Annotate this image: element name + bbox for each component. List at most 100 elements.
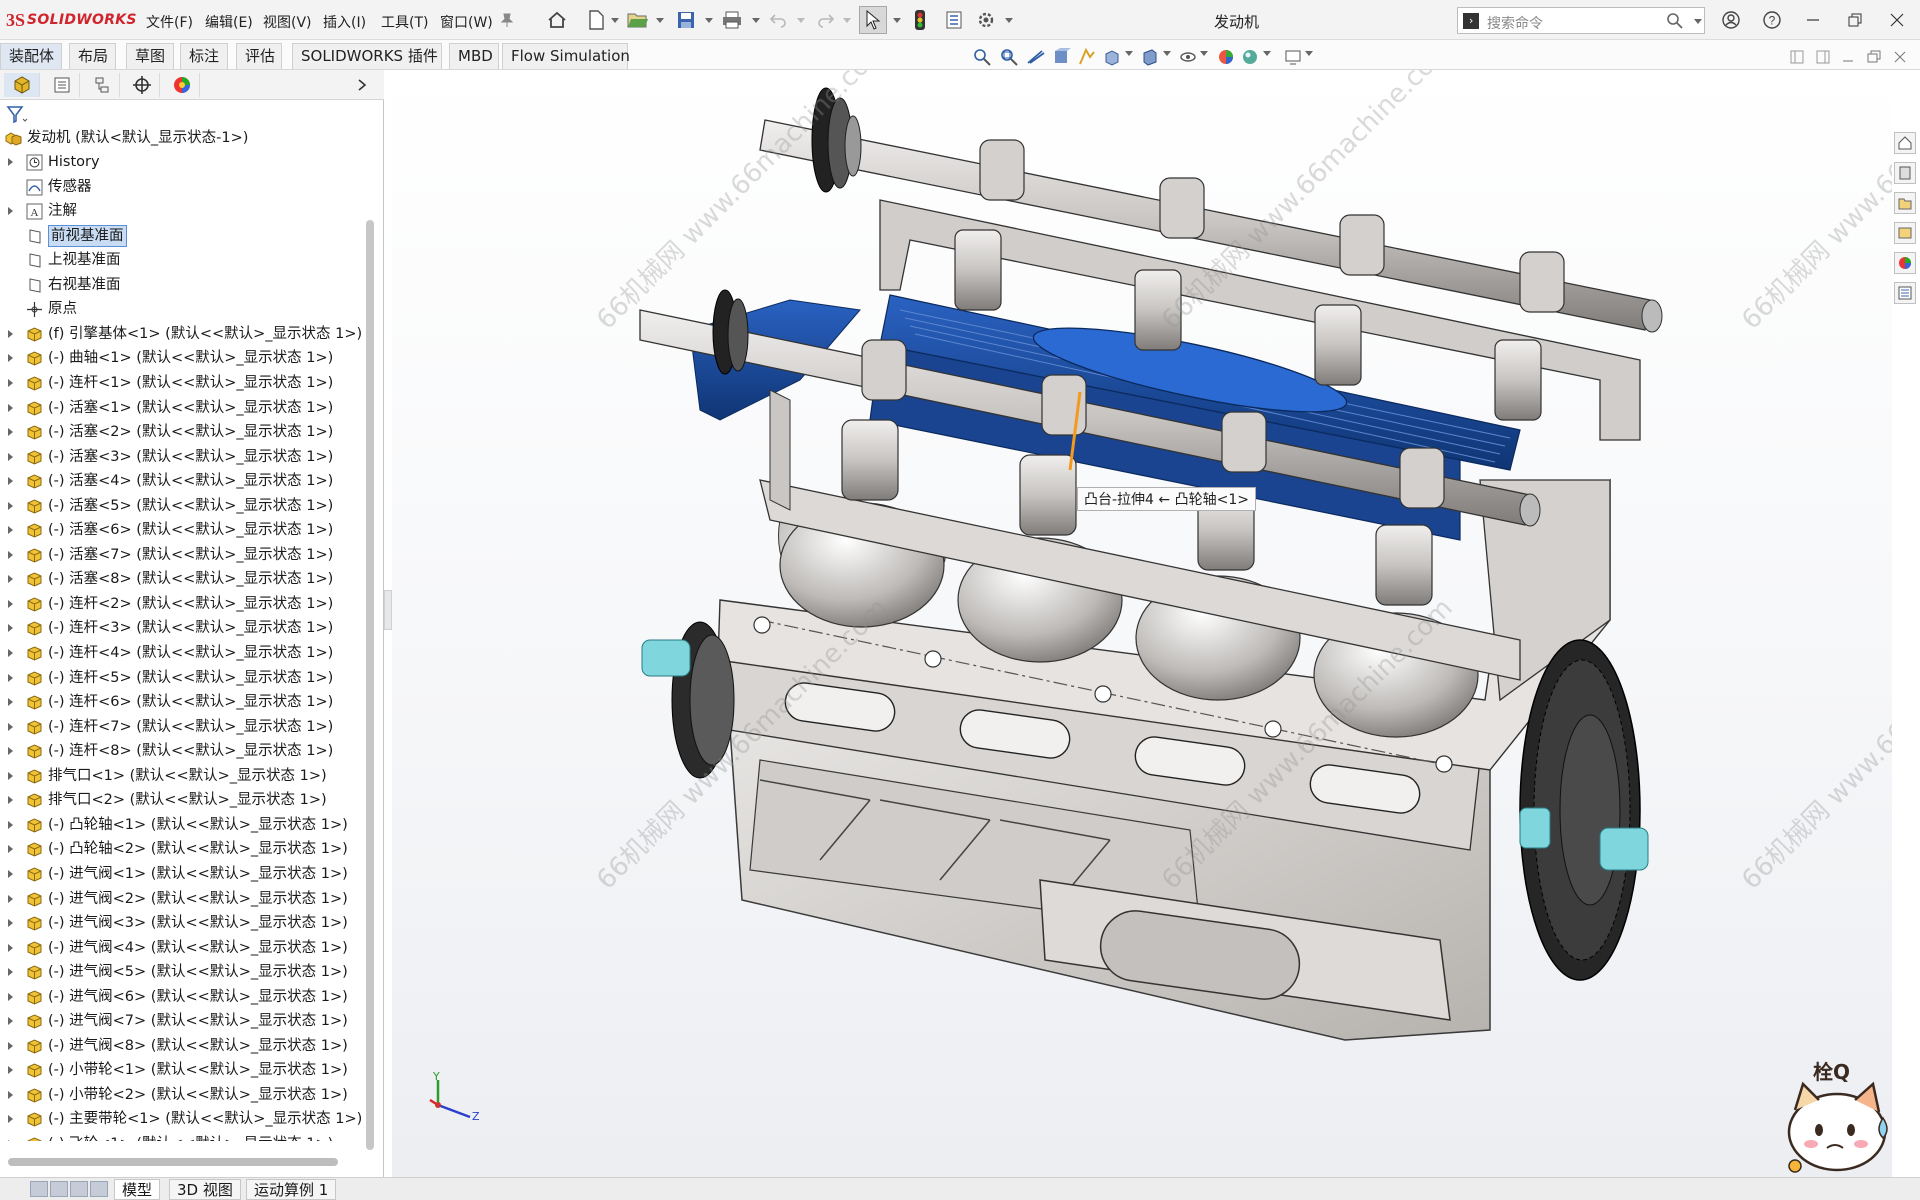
expand-arrow-icon[interactable] [8, 1090, 13, 1099]
expand-arrow-icon[interactable] [8, 722, 13, 731]
close-window-icon[interactable] [1884, 8, 1910, 32]
display-manager-tab-icon[interactable] [164, 73, 200, 97]
tree-item-17[interactable]: (-) 活塞<7> (默认<<默认>_显示状态 1>) [0, 543, 368, 567]
tree-item-3[interactable]: A 注解 [0, 199, 368, 223]
custom-properties-icon[interactable] [1894, 282, 1916, 304]
open-dropdown-caret[interactable] [656, 18, 664, 23]
expand-arrow-icon[interactable] [8, 771, 13, 780]
tab-scroll-next-icon[interactable] [70, 1181, 88, 1197]
expand-arrow-icon[interactable] [8, 526, 13, 535]
expand-arrow-icon[interactable] [8, 428, 13, 437]
tree-item-15[interactable]: (-) 活塞<5> (默认<<默认>_显示状态 1>) [0, 494, 368, 518]
menu-view[interactable]: 视图(V) [263, 12, 312, 32]
tree-item-24[interactable]: (-) 连杆<7> (默认<<默认>_显示状态 1>) [0, 715, 368, 739]
tree-item-4[interactable]: 前视基准面 [0, 224, 368, 248]
dynamic-annotation-icon[interactable] [1077, 47, 1097, 67]
tree-item-11[interactable]: (-) 活塞<1> (默认<<默认>_显示状态 1>) [0, 396, 368, 420]
display-style-icon[interactable] [1140, 47, 1160, 67]
feature-tree-horizontal-scrollbar[interactable] [8, 1158, 338, 1166]
options-dropdown-caret[interactable] [1005, 18, 1013, 23]
file-properties-icon[interactable] [942, 8, 966, 32]
tree-item-26[interactable]: 排气口<1> (默认<<默认>_显示状态 1>) [0, 764, 368, 788]
tab-scroll-prev-icon[interactable] [50, 1181, 68, 1197]
tree-item-19[interactable]: (-) 连杆<2> (默认<<默认>_显示状态 1>) [0, 592, 368, 616]
section-view-icon[interactable] [1052, 47, 1072, 67]
small-pulley-left[interactable] [641, 621, 735, 779]
tree-item-32[interactable]: (-) 进气阀<3> (默认<<默认>_显示状态 1>) [0, 911, 368, 935]
select-dropdown-caret[interactable] [893, 18, 901, 23]
menu-insert[interactable]: 插入(I) [323, 12, 366, 32]
tree-item-31[interactable]: (-) 进气阀<2> (默认<<默认>_显示状态 1>) [0, 887, 368, 911]
new-dropdown-caret[interactable] [611, 18, 619, 23]
select-pointer-icon[interactable] [859, 6, 887, 34]
tree-item-16[interactable]: (-) 活塞<6> (默认<<默认>_显示状态 1>) [0, 518, 368, 542]
search-icon[interactable] [1666, 12, 1684, 34]
doc-minimize-icon[interactable] [1838, 47, 1858, 67]
tree-item-1[interactable]: History [0, 150, 368, 174]
scene-caret[interactable] [1263, 51, 1271, 56]
doc-restore-icon[interactable] [1864, 47, 1884, 67]
view-settings-icon[interactable] [1283, 47, 1303, 67]
expand-arrow-icon[interactable] [8, 624, 13, 633]
tab-layout[interactable]: 布局 [69, 43, 116, 69]
restore-window-icon[interactable] [1842, 8, 1868, 32]
zoom-to-fit-icon[interactable] [972, 47, 992, 67]
tree-item-34[interactable]: (-) 进气阀<5> (默认<<默认>_显示状态 1>) [0, 960, 368, 984]
redo-dropdown-caret[interactable] [843, 18, 851, 23]
tree-item-28[interactable]: (-) 凸轮轴<1> (默认<<默认>_显示状态 1>) [0, 813, 368, 837]
tree-item-35[interactable]: (-) 进气阀<6> (默认<<默认>_显示状态 1>) [0, 985, 368, 1009]
tree-item-2[interactable]: 传感器 [0, 175, 368, 199]
expand-arrow-icon[interactable] [8, 845, 13, 854]
flywheel[interactable] [1519, 639, 1649, 981]
tree-item-6[interactable]: 右视基准面 [0, 273, 368, 297]
tab-motion-study-1[interactable]: 运动算例 1 [246, 1179, 337, 1200]
previous-view-icon[interactable] [1026, 47, 1046, 67]
property-manager-tab-icon[interactable] [44, 73, 80, 97]
expand-arrow-icon[interactable] [8, 820, 13, 829]
tree-item-40[interactable]: (-) 主要带轮<1> (默认<<默认>_显示状态 1>) [0, 1107, 368, 1131]
pin-icon[interactable] [500, 8, 514, 32]
hide-show-caret[interactable] [1200, 51, 1208, 56]
edit-appearance-icon[interactable] [1216, 47, 1236, 67]
new-document-icon[interactable] [584, 8, 608, 32]
menu-file[interactable]: 文件(F) [146, 12, 193, 32]
save-icon[interactable] [674, 8, 698, 32]
tree-item-38[interactable]: (-) 小带轮<1> (默认<<默认>_显示状态 1>) [0, 1058, 368, 1082]
tab-model[interactable]: 模型 [114, 1179, 161, 1200]
expand-tabs-chevron-icon[interactable] [352, 73, 372, 97]
tree-item-20[interactable]: (-) 连杆<3> (默认<<默认>_显示状态 1>) [0, 616, 368, 640]
tree-item-39[interactable]: (-) 小带轮<2> (默认<<默认>_显示状态 1>) [0, 1083, 368, 1107]
menu-tools[interactable]: 工具(T) [381, 12, 428, 32]
undo-dropdown-caret[interactable] [797, 18, 805, 23]
view-orientation-icon[interactable] [1102, 47, 1122, 67]
expand-arrow-icon[interactable] [8, 575, 13, 584]
expand-arrow-icon[interactable] [8, 1115, 13, 1124]
solidworks-resources-icon[interactable] [1894, 132, 1916, 154]
print-icon[interactable] [720, 8, 744, 32]
expand-arrow-icon[interactable] [8, 747, 13, 756]
cam-pulley-rear[interactable] [811, 87, 862, 193]
expand-arrow-icon[interactable] [8, 207, 13, 216]
design-library-icon[interactable] [1894, 162, 1916, 184]
expand-arrow-icon[interactable] [8, 698, 13, 707]
menu-window[interactable]: 窗口(W) [440, 12, 493, 32]
view-settings-caret[interactable] [1305, 51, 1313, 56]
expand-arrow-icon[interactable] [8, 550, 13, 559]
expand-arrow-icon[interactable] [8, 452, 13, 461]
tab-solidworks-addins[interactable]: SOLIDWORKS 插件 [292, 43, 442, 69]
display-style-caret[interactable] [1163, 51, 1171, 56]
tab-mbd[interactable]: MBD [449, 43, 499, 69]
tree-root-assembly[interactable]: 发动机 (默认<默认_显示状态-1>) [0, 126, 368, 150]
user-account-icon[interactable] [1718, 8, 1744, 32]
expand-arrow-icon[interactable] [8, 1066, 13, 1075]
print-dropdown-caret[interactable] [752, 18, 760, 23]
configuration-manager-tab-icon[interactable] [84, 73, 120, 97]
dimxpert-manager-tab-icon[interactable] [124, 73, 160, 97]
tree-item-29[interactable]: (-) 凸轮轴<2> (默认<<默认>_显示状态 1>) [0, 837, 368, 861]
tree-item-36[interactable]: (-) 进气阀<7> (默认<<默认>_显示状态 1>) [0, 1009, 368, 1033]
filter-icon[interactable] [6, 105, 28, 125]
tab-scroll-last-icon[interactable] [90, 1181, 108, 1197]
tree-item-7[interactable]: 原点 [0, 297, 368, 321]
search-dropdown-caret[interactable] [1694, 19, 1702, 24]
tab-scroll-first-icon[interactable] [30, 1181, 48, 1197]
